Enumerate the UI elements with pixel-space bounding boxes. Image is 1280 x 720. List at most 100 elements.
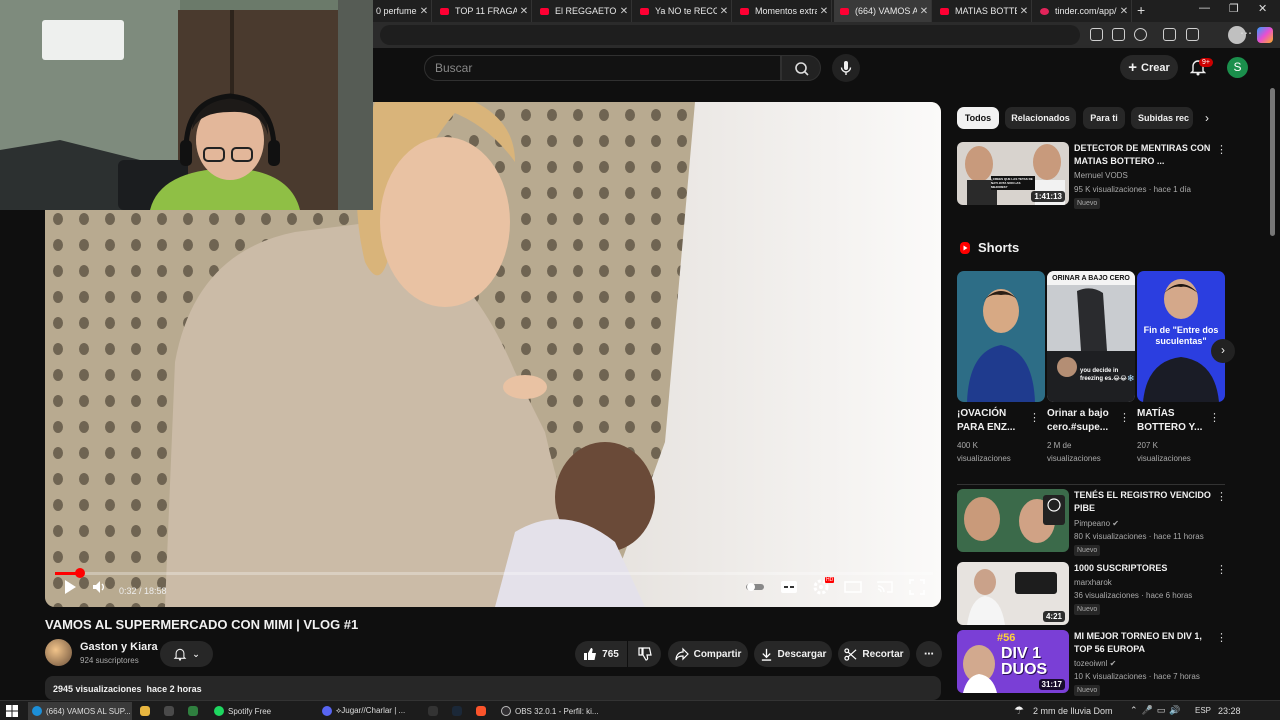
download-button[interactable]: Descargar: [754, 641, 832, 667]
chip-para-ti[interactable]: Para ti: [1083, 107, 1125, 129]
create-button[interactable]: + Crear: [1120, 55, 1178, 80]
copilot-icon[interactable]: [1257, 27, 1273, 43]
extension-icon[interactable]: [1090, 28, 1103, 41]
chevron-right-icon[interactable]: ›: [1205, 111, 1209, 125]
tab[interactable]: tinder.com/app/✕: [1034, 0, 1132, 22]
fullscreen-icon[interactable]: [909, 579, 925, 595]
volume-icon[interactable]: [91, 579, 107, 595]
close-window-icon[interactable]: ✕: [1258, 2, 1267, 15]
steam-icon[interactable]: [452, 706, 462, 716]
read-mode-icon[interactable]: [1112, 28, 1125, 41]
more-icon[interactable]: ⋯: [1240, 26, 1253, 40]
cast-icon[interactable]: [876, 579, 894, 595]
related-channel[interactable]: Pimpeano ✔: [1074, 519, 1119, 528]
related-thumbnail[interactable]: [957, 489, 1069, 552]
taskbar-item-obs[interactable]: OBS 32.0.1 - Perfil: ki...: [497, 702, 601, 720]
clip-button[interactable]: Recortar: [838, 641, 910, 667]
tab[interactable]: Ya NO te RECOM✕: [634, 0, 732, 22]
kebab-menu-icon[interactable]: ⋮: [1029, 411, 1040, 424]
search-button[interactable]: [781, 55, 821, 81]
shorts-next-button[interactable]: ›: [1211, 339, 1235, 363]
short-title[interactable]: MATÍAS BOTTERO Y...: [1137, 407, 1209, 435]
like-button[interactable]: 765: [575, 641, 627, 667]
kebab-menu-icon[interactable]: ⋮: [1209, 411, 1220, 424]
chip-subidas[interactable]: Subidas rec: [1131, 107, 1193, 129]
close-icon[interactable]: ✕: [817, 6, 831, 17]
close-icon[interactable]: ✕: [1017, 6, 1031, 17]
close-icon[interactable]: ✕: [517, 6, 531, 17]
kebab-menu-icon[interactable]: ⋮: [1216, 563, 1227, 576]
short-thumbnail[interactable]: Fin de "Entre dos suculentas": [1137, 271, 1225, 402]
share-button[interactable]: Compartir: [668, 641, 748, 667]
play-icon[interactable]: [63, 579, 77, 595]
address-bar[interactable]: [380, 25, 1080, 45]
tab[interactable]: El REGGAETON c✕: [534, 0, 632, 22]
related-title[interactable]: 1000 SUSCRIPTORES: [1074, 562, 1214, 575]
tab[interactable]: MATIAS BOTTER✕: [934, 0, 1032, 22]
related-channel[interactable]: Mernuel VODS: [1074, 171, 1128, 180]
related-channel[interactable]: marxharok: [1074, 578, 1112, 587]
short-title[interactable]: Orinar a bajo cero.#supe...: [1047, 407, 1119, 435]
progress-bar[interactable]: [55, 568, 933, 578]
dislike-button[interactable]: [628, 641, 661, 667]
tab[interactable]: Momentos extra ✕: [734, 0, 832, 22]
related-thumbnail[interactable]: 4:21: [957, 562, 1069, 625]
tab[interactable]: TOP 11 FRAGAN✕: [434, 0, 532, 22]
short-title[interactable]: ¡OVACIÓN PARA ENZ...: [957, 407, 1029, 435]
minimize-icon[interactable]: —: [1199, 2, 1210, 14]
favorites-icon[interactable]: [1186, 28, 1199, 41]
system-tray-icons[interactable]: ⌃🎤▭🔊: [1130, 705, 1184, 716]
calculator-icon[interactable]: [164, 706, 174, 716]
kebab-menu-icon[interactable]: ⋮: [1119, 411, 1130, 424]
favorite-star-icon[interactable]: [1134, 28, 1147, 41]
account-avatar[interactable]: S: [1227, 57, 1248, 78]
short-thumbnail[interactable]: ORINAR A BAJO CERO you decide in freezin…: [1047, 271, 1135, 402]
related-title[interactable]: TENÉS EL REGISTRO VENCIDO PIBE: [1074, 489, 1214, 515]
related-thumbnail[interactable]: ¿CREES QUE LAS TETAS DE NATI JOTA SON LA…: [957, 142, 1069, 205]
related-channel[interactable]: tozeoiwnl ✔: [1074, 659, 1116, 668]
language-indicator[interactable]: ESP: [1195, 706, 1211, 715]
clock[interactable]: 23:28: [1218, 706, 1241, 716]
kebab-menu-icon[interactable]: ⋮: [1216, 631, 1227, 644]
close-icon[interactable]: ✕: [617, 6, 631, 17]
close-icon[interactable]: ✕: [917, 6, 931, 17]
subtitles-icon[interactable]: [780, 579, 798, 595]
chip-todos[interactable]: Todos: [957, 107, 999, 129]
extensions-icon[interactable]: [1163, 28, 1176, 41]
close-icon[interactable]: ✕: [1117, 6, 1131, 17]
tab[interactable]: 0 perfumes ✕: [370, 0, 432, 22]
related-thumbnail[interactable]: #56 DIV 1 DUOS 31:17: [957, 630, 1069, 693]
kebab-menu-icon[interactable]: ⋮: [1216, 490, 1227, 503]
related-title[interactable]: MI MEJOR TORNEO EN DIV 1, TOP 56 EUROPA: [1074, 630, 1214, 656]
app-icon[interactable]: [188, 706, 198, 716]
chip-relacionados[interactable]: Relacionados: [1005, 107, 1076, 129]
new-tab-button[interactable]: +: [1137, 2, 1145, 18]
theater-mode-icon[interactable]: [844, 579, 862, 595]
voice-search-button[interactable]: [832, 54, 860, 82]
description-box[interactable]: 2945 visualizaciones hace 2 horas: [45, 676, 941, 700]
autoplay-toggle-icon[interactable]: [745, 579, 765, 595]
windows-start-icon[interactable]: [6, 705, 18, 717]
tab-active[interactable]: (664) VAMOS AL ✕: [834, 0, 932, 22]
channel-avatar[interactable]: [45, 639, 72, 666]
terminal-icon[interactable]: [428, 706, 438, 716]
page-scrollbar[interactable]: [1270, 88, 1275, 236]
short-overlay-text: ORINAR A BAJO CERO: [1052, 275, 1130, 282]
file-explorer-icon[interactable]: [140, 706, 150, 716]
restore-icon[interactable]: ❐: [1229, 2, 1239, 15]
channel-name[interactable]: Gaston y Kiara: [80, 641, 158, 653]
search-input[interactable]: Buscar: [424, 55, 781, 81]
weather-text[interactable]: 2 mm de lluvia Dom: [1033, 706, 1113, 716]
more-actions-button[interactable]: ⋯: [916, 641, 942, 667]
close-icon[interactable]: ✕: [417, 6, 431, 17]
subscription-bell-button[interactable]: ⌄: [160, 641, 213, 667]
taskbar-item-browser[interactable]: (664) VAMOS AL SUP...: [28, 702, 132, 720]
taskbar-item-discord[interactable]: ⟡Jugar//Charlar | ...: [318, 702, 416, 720]
related-title[interactable]: DETECTOR DE MENTIRAS CON MATIAS BOTTERO …: [1074, 142, 1214, 168]
taskbar-item-spotify[interactable]: Spotify Free: [210, 702, 313, 720]
short-thumbnail[interactable]: [957, 271, 1045, 402]
close-icon[interactable]: ✕: [717, 6, 731, 17]
brave-icon[interactable]: [476, 706, 486, 716]
kebab-menu-icon[interactable]: ⋮: [1216, 143, 1227, 156]
progress-scrubber[interactable]: [75, 568, 85, 578]
